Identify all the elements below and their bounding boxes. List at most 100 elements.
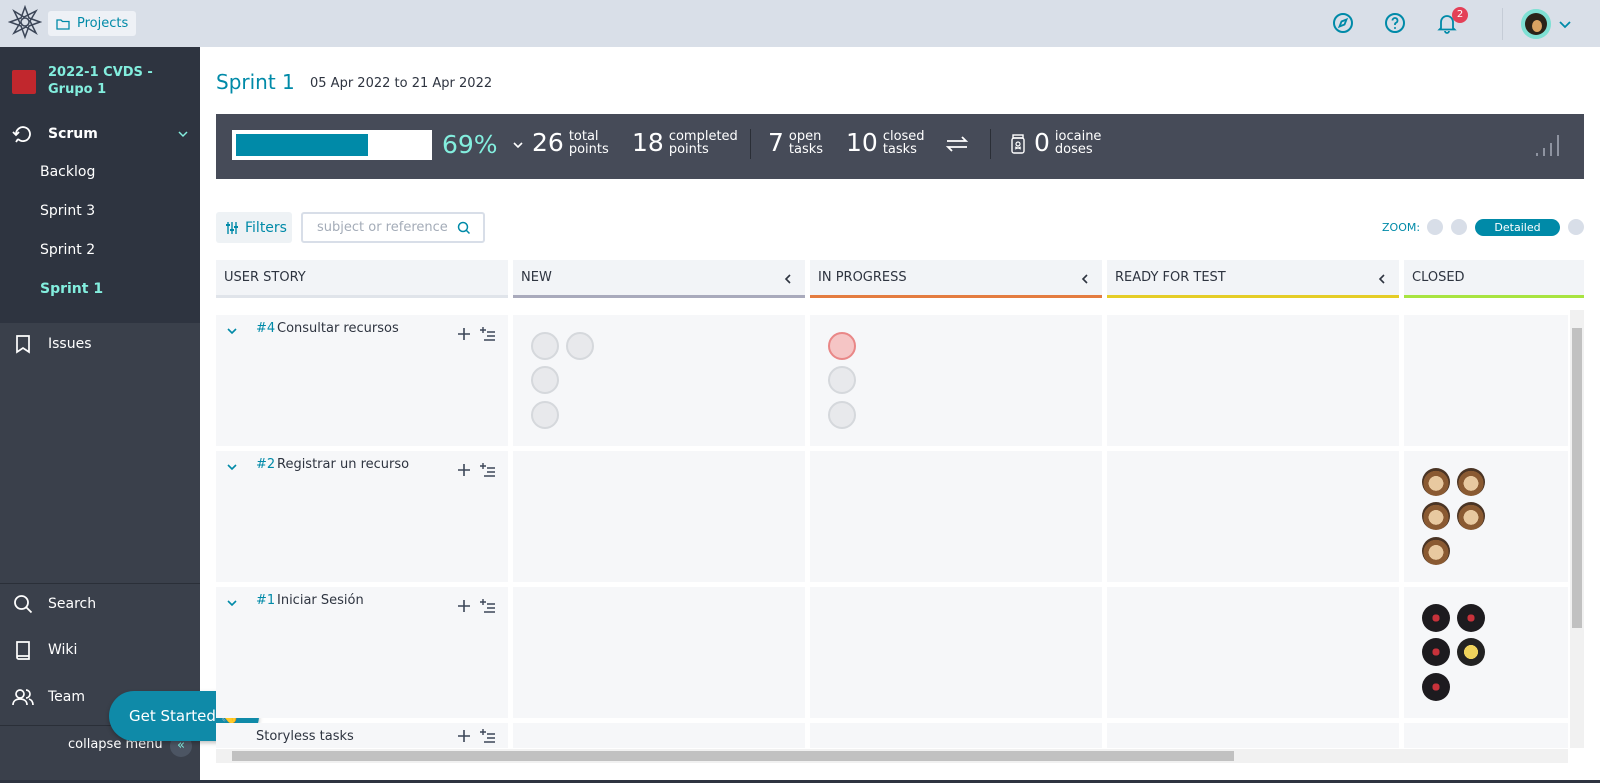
task-card[interactable] — [828, 332, 856, 360]
project-name[interactable]: 2022-1 CVDS - Grupo 1 — [48, 64, 188, 98]
story-ref[interactable]: #2 — [256, 457, 275, 472]
board-cell — [810, 315, 1102, 446]
sidebar-item-backlog[interactable]: Backlog — [40, 164, 95, 180]
search-icon[interactable] — [457, 221, 471, 235]
help-icon[interactable] — [1383, 11, 1407, 35]
bulk-add-icon[interactable] — [480, 326, 496, 342]
chevron-down-icon[interactable] — [226, 597, 238, 609]
task-card[interactable] — [1457, 604, 1485, 632]
zoom-level-detailed[interactable]: Detailed — [1475, 219, 1560, 236]
task-card[interactable] — [1457, 502, 1485, 530]
sidebar-project-section: 2022-1 CVDS - Grupo 1 Scrum Backlog Spri… — [0, 47, 200, 323]
task-card[interactable] — [1457, 638, 1485, 666]
task-card[interactable] — [1422, 468, 1450, 496]
board-cell — [1107, 723, 1399, 748]
sprint-date-start: 05 Apr 2022 — [310, 76, 391, 91]
board-cell — [1404, 723, 1568, 748]
task-card[interactable] — [1457, 468, 1485, 496]
task-card[interactable] — [531, 332, 559, 360]
zoom-level-1[interactable] — [1427, 219, 1443, 235]
poison-jar-icon — [1011, 134, 1025, 154]
bulk-add-icon[interactable] — [480, 728, 496, 744]
zoom-level-4[interactable] — [1568, 219, 1584, 235]
task-card[interactable] — [531, 366, 559, 394]
sidebar-item-sprint-2[interactable]: Sprint 2 — [40, 242, 95, 258]
sidebar-item-search[interactable]: Search — [0, 589, 200, 619]
story-title[interactable]: Registrar un recurso — [277, 457, 409, 472]
task-card[interactable] — [828, 366, 856, 394]
project-logo[interactable] — [12, 70, 36, 94]
sidebar-item-sprint-1[interactable]: Sprint 1 — [40, 281, 103, 297]
stat-iocaine: 0 iocaine doses — [1034, 128, 1101, 157]
board-cell — [513, 587, 805, 718]
task-card[interactable] — [1422, 502, 1450, 530]
story-title[interactable]: Iniciar Sesión — [277, 593, 364, 608]
top-divider — [1502, 8, 1503, 40]
sidebar-item-wiki[interactable]: Wiki — [0, 635, 200, 665]
iocaine-label: iocaine doses — [1055, 130, 1102, 156]
task-card[interactable] — [566, 332, 594, 360]
progress-bar-fill — [236, 134, 368, 156]
task-card[interactable] — [1422, 673, 1450, 701]
scrum-cycle-icon — [12, 126, 31, 143]
sprint-summary: 69% 26 total points 18 completed points 7 … — [216, 114, 1584, 179]
chevron-down-icon[interactable] — [512, 139, 524, 151]
story-ref[interactable]: #1 — [256, 593, 275, 608]
column-title: USER STORY — [224, 270, 306, 285]
search-label: Search — [48, 596, 97, 612]
task-card[interactable] — [1422, 604, 1450, 632]
add-task-icon[interactable] — [457, 729, 471, 743]
bulk-add-icon[interactable] — [480, 462, 496, 478]
user-avatar[interactable] — [1521, 9, 1551, 39]
board-cell — [810, 723, 1102, 748]
board-cell — [513, 315, 805, 446]
story-title[interactable]: Consultar recursos — [277, 321, 399, 336]
vertical-scrollbar-thumb[interactable] — [1572, 328, 1582, 628]
task-card[interactable] — [1422, 537, 1450, 565]
board-cell — [1107, 315, 1399, 446]
column-header-closed: CLOSED — [1404, 260, 1584, 298]
bar-chart-icon[interactable] — [1534, 130, 1564, 158]
progress-bar — [232, 130, 432, 160]
search-field[interactable] — [301, 212, 485, 243]
completed-points-label: completed points — [669, 130, 738, 156]
story-row: #1 Iniciar Sesión — [216, 587, 508, 718]
chevron-down-icon[interactable] — [226, 325, 238, 337]
team-icon — [12, 689, 34, 706]
swap-arrows-icon[interactable] — [944, 132, 970, 156]
board-cell — [1404, 451, 1568, 582]
projects-button[interactable]: Projects — [48, 11, 137, 36]
taiga-logo-icon[interactable] — [8, 5, 42, 39]
open-tasks-label: open tasks — [789, 130, 823, 156]
sidebar-item-sprint-3[interactable]: Sprint 3 — [40, 203, 95, 219]
search-input[interactable] — [317, 220, 457, 235]
chevron-down-icon[interactable] — [226, 461, 238, 473]
chevron-down-icon[interactable] — [1558, 17, 1572, 31]
bulk-add-icon[interactable] — [480, 598, 496, 614]
chevron-left-icon[interactable] — [1377, 274, 1387, 284]
story-row: #4 Consultar recursos — [216, 315, 508, 446]
column-header-user-story: USER STORY — [216, 260, 508, 298]
compass-icon[interactable] — [1331, 11, 1355, 35]
sidebar-item-issues[interactable]: Issues — [0, 329, 200, 359]
zoom-level-2[interactable] — [1451, 219, 1467, 235]
sidebar-divider — [0, 583, 200, 584]
add-task-icon[interactable] — [457, 327, 471, 341]
add-task-icon[interactable] — [457, 599, 471, 613]
task-card[interactable] — [828, 401, 856, 429]
board-cell — [810, 587, 1102, 718]
board-cell — [1404, 587, 1568, 718]
sidebar-item-scrum[interactable]: Scrum — [0, 119, 200, 149]
filters-button[interactable]: Filters — [216, 212, 292, 243]
chevron-left-icon[interactable] — [1080, 274, 1090, 284]
column-title: READY FOR TEST — [1115, 270, 1226, 285]
story-row: #2 Registrar un recurso — [216, 451, 508, 582]
chevron-left-icon[interactable] — [783, 274, 793, 284]
story-ref[interactable]: #4 — [256, 321, 275, 336]
iocaine-label-line: doses — [1054, 141, 1093, 157]
task-card[interactable] — [531, 401, 559, 429]
task-card[interactable] — [1422, 638, 1450, 666]
add-task-icon[interactable] — [457, 463, 471, 477]
horizontal-scrollbar-thumb[interactable] — [232, 751, 1234, 761]
closed-tasks-label-line: tasks — [882, 141, 917, 157]
